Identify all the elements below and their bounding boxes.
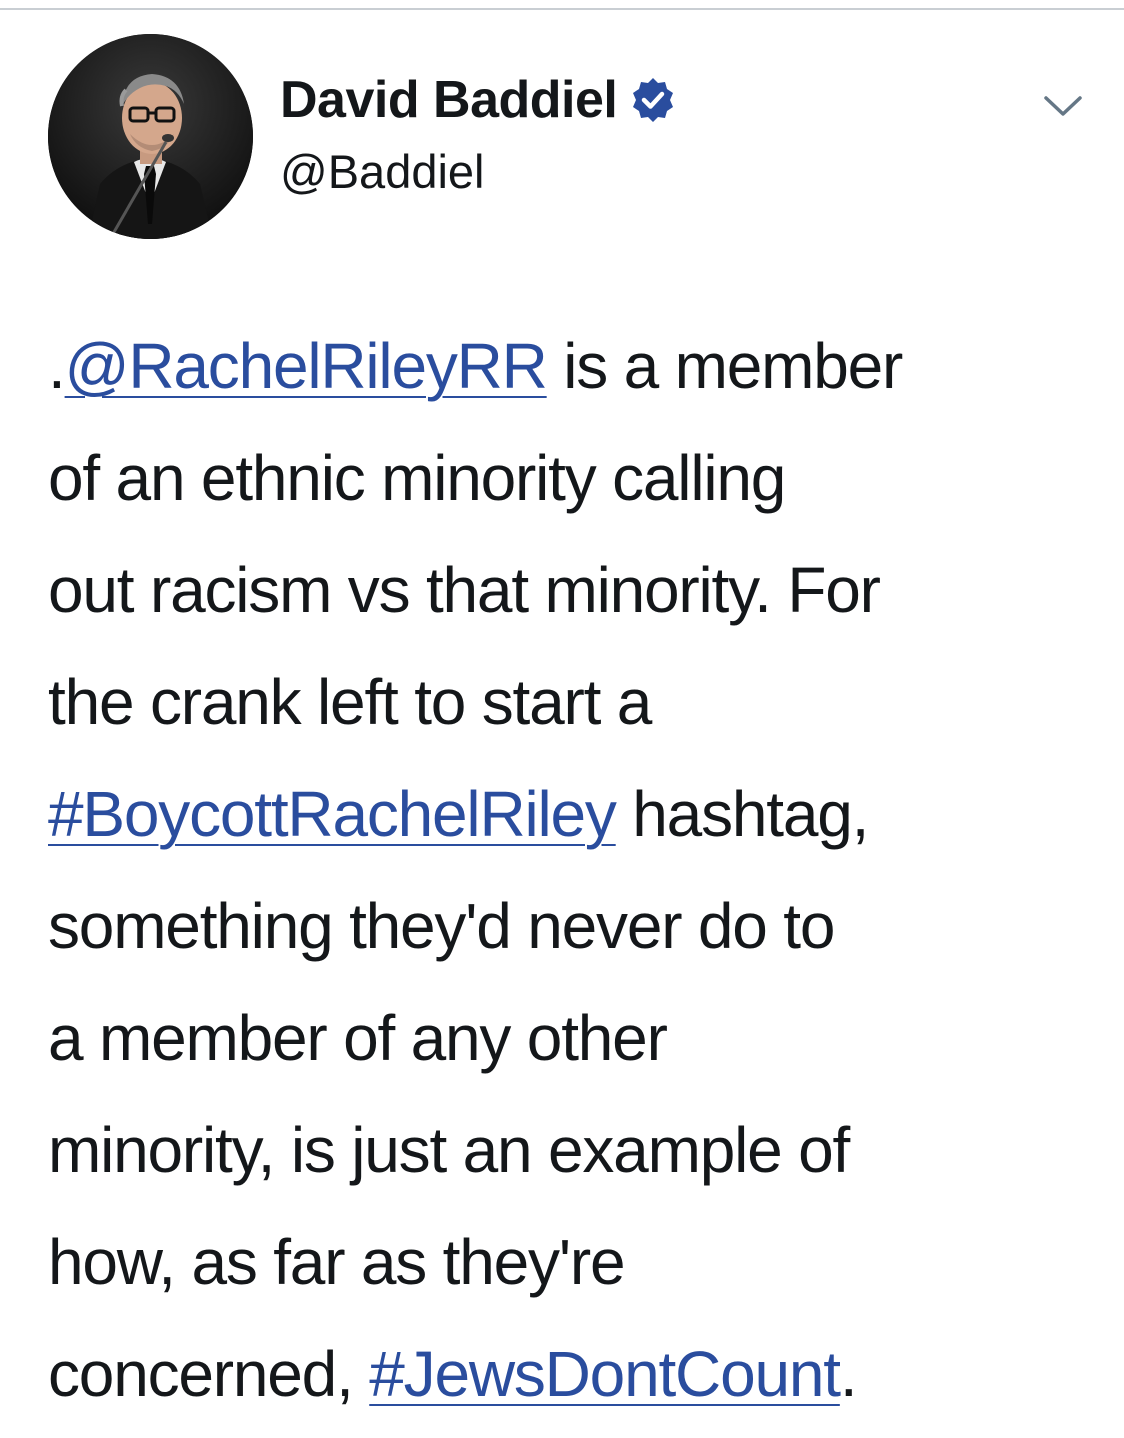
mention-link[interactable]: @RachelRileyRR: [65, 330, 548, 402]
tweet-text-segment: concerned,: [48, 1338, 370, 1410]
tweet-text-segment: something they'd never do to: [48, 890, 835, 962]
tweet-line: something they'd never do to: [48, 870, 1108, 982]
tweet-line: minority, is just an example of: [48, 1094, 1108, 1206]
avatar[interactable]: [48, 34, 253, 239]
author-name[interactable]: David Baddiel: [280, 68, 618, 132]
tweet-line: the crank left to start a: [48, 646, 1108, 758]
tweet-text-segment: the crank left to start a: [48, 666, 652, 738]
tweet-text-segment: .: [839, 1338, 858, 1410]
tweet-text-segment: is a member: [546, 330, 903, 402]
tweet-line: out racism vs that minority. For: [48, 534, 1108, 646]
verified-check-icon: [633, 78, 674, 122]
tweet-text-segment: a member of any other: [48, 1002, 668, 1074]
tweet-text-segment: hashtag,: [615, 778, 869, 850]
tweet-line: a member of any other: [48, 982, 1108, 1094]
tweet-text: .@RachelRileyRR is a member of an ethnic …: [48, 310, 1108, 1430]
tweet-text-segment: of an ethnic minority calling: [48, 442, 786, 514]
tweet-card: David Baddiel @Baddiel .@RachelRileyRR i…: [0, 10, 1124, 1438]
tweet-text-segment: minority, is just an example of: [48, 1114, 850, 1186]
hashtag-link[interactable]: #BoycottRachelRiley: [48, 778, 617, 850]
tweet-line: how, as far as they're: [48, 1206, 1108, 1318]
tweet-line: concerned, #JewsDontCount.: [48, 1318, 1108, 1430]
author-handle[interactable]: @Baddiel: [280, 144, 485, 200]
hashtag-link[interactable]: #JewsDontCount: [369, 1338, 841, 1410]
chevron-down-icon: [1044, 96, 1082, 116]
tweet-text-segment: .: [48, 330, 66, 402]
tweet-line: #BoycottRachelRiley hashtag,: [48, 758, 1108, 870]
profile-photo: [48, 34, 253, 239]
tweet-line: .@RachelRileyRR is a member: [48, 310, 1108, 422]
more-options-button[interactable]: [1040, 88, 1086, 124]
tweet-line: of an ethnic minority calling: [48, 422, 1108, 534]
tweet-text-segment: out racism vs that minority. For: [48, 554, 881, 626]
author-name-row[interactable]: David Baddiel: [280, 68, 677, 132]
tweet-text-segment: how, as far as they're: [48, 1226, 626, 1298]
